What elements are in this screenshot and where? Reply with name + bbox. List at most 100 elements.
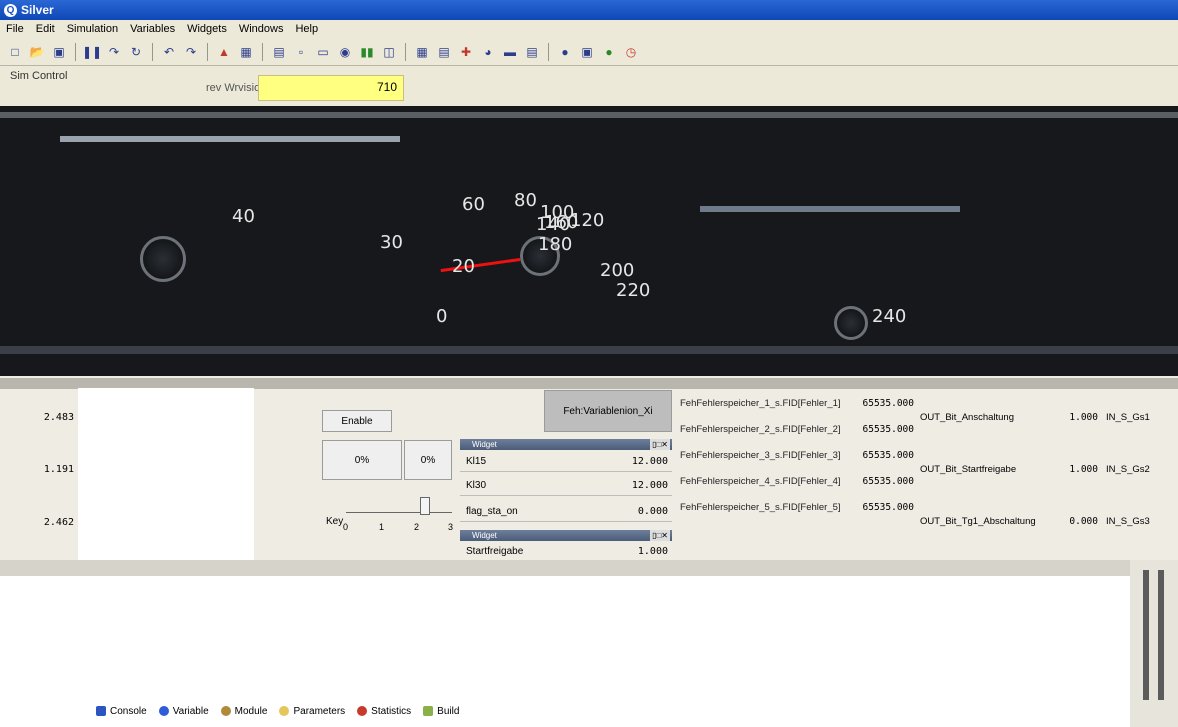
pause-icon[interactable]: ❚❚	[82, 43, 102, 61]
trace-icon[interactable]: ▲	[215, 43, 233, 61]
gauge-number: 30	[380, 232, 403, 253]
widget-title: Widget	[472, 531, 497, 540]
toolbar-separator	[75, 42, 76, 61]
fehler-variable-button[interactable]: Feh:Variablenion_Xi	[544, 390, 672, 432]
sim-control-label: Sim Control	[10, 70, 68, 82]
gauge-number: 200	[600, 260, 635, 281]
tab-build[interactable]: Build	[423, 706, 459, 717]
toolbar-separator	[207, 42, 208, 61]
widget-table-icon[interactable]: ▦	[413, 43, 431, 61]
status-strip	[0, 560, 1130, 576]
redo-icon[interactable]: ↷	[182, 43, 200, 61]
menu-file[interactable]: File	[6, 23, 24, 35]
widget-gauge-icon[interactable]: ▤	[435, 43, 453, 61]
menu-edit[interactable]: Edit	[36, 23, 55, 35]
row-value: 1.000	[637, 546, 668, 557]
row-label: Kl30	[466, 480, 487, 491]
key-slider-handle[interactable]	[420, 497, 430, 515]
percent-button-2[interactable]: 0%	[404, 440, 452, 480]
fehler-row: FehFehlerspeicher_2_s.FID[Fehler_2] 6553…	[678, 420, 916, 442]
step-icon[interactable]: ↷	[105, 43, 123, 61]
row-value: 0.000	[637, 506, 668, 517]
console-icon	[96, 706, 106, 716]
widget-save-icon[interactable]: ●	[556, 43, 574, 61]
dash-strip	[700, 206, 960, 212]
widget-plot-icon[interactable]: ◫	[380, 43, 398, 61]
tab-variable[interactable]: Variable	[158, 706, 209, 717]
reload-icon[interactable]: ↻	[127, 43, 145, 61]
tab-parameters[interactable]: Parameters	[279, 706, 345, 717]
tab-module[interactable]: Module	[220, 706, 267, 717]
widget-bars-icon[interactable]: ▮▮	[358, 43, 376, 61]
widget-clock-icon[interactable]: ●	[600, 43, 618, 61]
left-gauge	[140, 236, 186, 282]
row-value: 12.000	[631, 480, 668, 491]
config-icon[interactable]: ▦	[237, 43, 255, 61]
bottom-tab-bar: Console Variable Module Parameters Stati…	[96, 701, 459, 721]
toolbar-separator	[405, 42, 406, 61]
fehler-value: 65535.000	[862, 398, 914, 409]
highlighted-value-field[interactable]: 710	[258, 75, 404, 101]
out-channel: IN_S_Gs3	[1106, 516, 1150, 527]
key-slider-track[interactable]	[346, 512, 452, 513]
open-icon[interactable]: 📂	[28, 43, 46, 61]
widget-chart-icon[interactable]: ✚	[457, 43, 475, 61]
widget-label-icon[interactable]: ▫	[292, 43, 310, 61]
sim-control-bar: Sim Control	[0, 66, 1178, 106]
percent-button-1[interactable]: 0%	[322, 440, 402, 480]
widget-list-icon[interactable]: ▤	[523, 43, 541, 61]
out-value: 1.000	[1069, 464, 1098, 475]
out-channel: IN_S_Gs2	[1106, 464, 1150, 475]
menu-widgets[interactable]: Widgets	[187, 23, 227, 35]
gauge-number: 180	[538, 234, 573, 255]
out-label: OUT_Bit_Startfreigabe	[920, 464, 1017, 475]
statistics-icon	[357, 706, 368, 716]
menu-windows[interactable]: Windows	[239, 23, 284, 35]
tab-statistics[interactable]: Statistics	[357, 706, 411, 717]
widget-text-icon[interactable]: ▤	[270, 43, 288, 61]
tab-console[interactable]: Console	[96, 706, 147, 717]
widget-button-icon[interactable]: ▭	[314, 43, 332, 61]
out-row: OUT_Bit_Startfreigabe 1.000 IN_S_Gs2	[918, 460, 1168, 480]
dash-strip	[60, 136, 400, 142]
fehler-value: 65535.000	[862, 476, 914, 487]
widget-power-icon[interactable]: ▣	[578, 43, 596, 61]
widget-reset-icon[interactable]: ◷	[622, 43, 640, 61]
scrollbar[interactable]	[1143, 570, 1149, 700]
widget-row-kl30: Kl30 12.000	[460, 474, 672, 496]
tab-label: Parameters	[293, 705, 346, 717]
fehler-label: FehFehlerspeicher_1_s.FID[Fehler_1]	[680, 398, 841, 409]
toolbar-separator	[262, 42, 263, 61]
widget-image-icon[interactable]: ◕	[479, 43, 497, 61]
gauge-number: 220	[616, 280, 651, 301]
key-tick: 0	[343, 522, 349, 532]
widget-panel-1-header[interactable]: Widget ▯□✕	[460, 439, 672, 450]
out-value: 1.000	[1069, 412, 1098, 423]
save-icon[interactable]: ▣	[50, 43, 68, 61]
right-scroll-area	[1130, 560, 1178, 727]
fehler-row: FehFehlerspeicher_5_s.FID[Fehler_5] 6553…	[678, 498, 916, 520]
menu-simulation[interactable]: Simulation	[67, 23, 118, 35]
gauge-number: 80	[514, 190, 537, 211]
gauge-number: 240	[872, 306, 907, 327]
undo-icon[interactable]: ↶	[160, 43, 178, 61]
left-value-3: 2.462	[43, 517, 74, 528]
fehler-row: FehFehlerspeicher_1_s.FID[Fehler_1] 6553…	[678, 394, 916, 416]
menu-help[interactable]: Help	[295, 23, 318, 35]
menu-variables[interactable]: Variables	[130, 23, 175, 35]
widget-radio-icon[interactable]: ◉	[336, 43, 354, 61]
gauge-number: 0	[436, 306, 448, 327]
fehler-value: 65535.000	[862, 502, 914, 513]
widget-row-flag: flag_sta_on 0.000	[460, 500, 672, 522]
widget-controls[interactable]: ▯□✕	[650, 439, 670, 450]
widget-dot-icon[interactable]: ▬	[501, 43, 519, 61]
scrollbar[interactable]	[1158, 570, 1164, 700]
window-title: Silver	[21, 3, 54, 17]
fehler-row: FehFehlerspeicher_4_s.FID[Fehler_4] 6553…	[678, 472, 916, 494]
new-icon[interactable]: □	[6, 43, 24, 61]
row-value: 12.000	[631, 456, 668, 467]
silver-app-icon: Q	[4, 3, 17, 17]
title-bar: Q Silver	[0, 0, 1178, 20]
fehler-value: 65535.000	[862, 424, 914, 435]
enable-button[interactable]: Enable	[322, 410, 392, 432]
